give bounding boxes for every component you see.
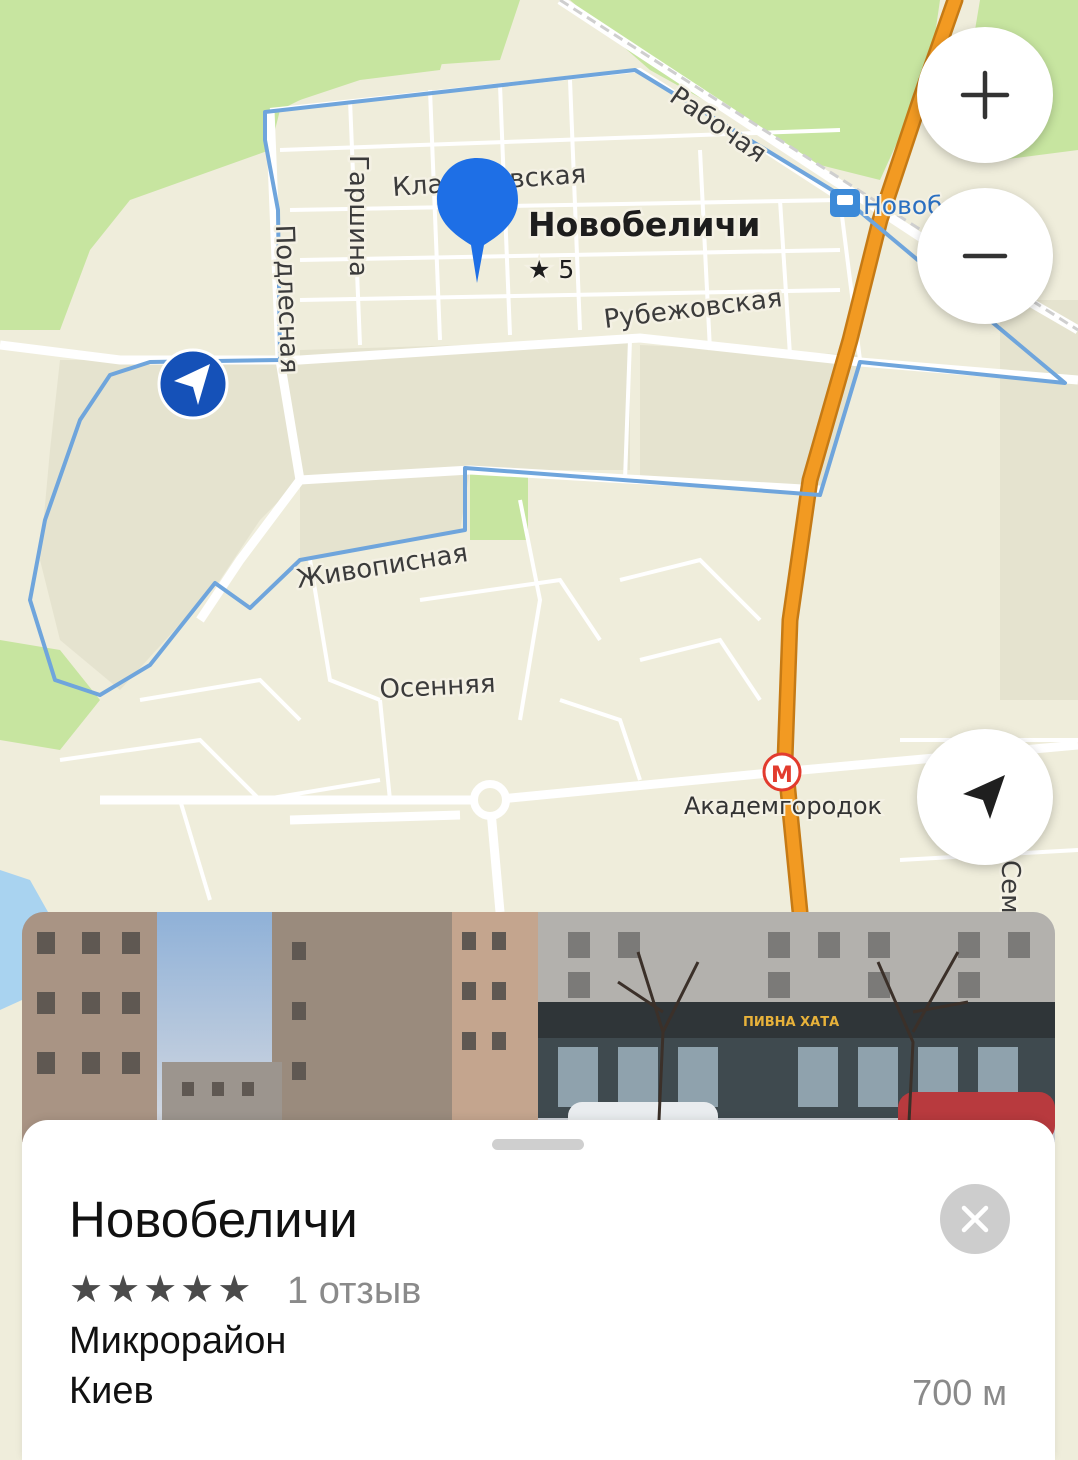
metro-symbol: М [771, 763, 793, 788]
metro-station-label: Академгородок [684, 792, 882, 820]
place-info-card[interactable]: Новобеличи ★ ★ ★ ★ ★ 1 отзыв Микрорайон … [22, 1120, 1055, 1460]
roundabout [470, 780, 510, 820]
photo-storefront-image: ПИВНА ХАТА [538, 912, 1055, 1142]
star-icon: ★ [106, 1267, 141, 1311]
street-label-podlesnaya: Подлесная [269, 224, 304, 374]
rating-stars: ★ ★ ★ ★ ★ [69, 1270, 251, 1308]
place-category: Микрорайон [69, 1320, 287, 1362]
pin-rating: ★ 5 [528, 255, 574, 284]
shop-sign: ПИВНА ХАТА [743, 1015, 839, 1030]
minus-icon [962, 253, 1008, 259]
place-city: Киев [69, 1370, 154, 1412]
photo-storefront[interactable]: ПИВНА ХАТА [538, 912, 1055, 1142]
close-icon [961, 1205, 989, 1233]
zoom-in-button[interactable] [917, 27, 1053, 163]
star-icon: ★ [217, 1267, 252, 1311]
drag-handle[interactable] [492, 1139, 584, 1150]
street-label-garshina: Гаршина [343, 155, 373, 277]
star-icon: ★ [69, 1267, 104, 1311]
zoom-out-button[interactable] [917, 188, 1053, 324]
navigation-arrow-icon [963, 775, 1005, 819]
street-label-osennyaya: Осенняя [379, 669, 496, 705]
train-icon-window [837, 195, 853, 205]
user-location-marker[interactable] [157, 348, 229, 420]
photo-gallery[interactable]: ПИВНА ХАТА [22, 912, 1055, 1142]
star-icon: ★ [143, 1267, 178, 1311]
photo-buildings[interactable] [22, 912, 538, 1142]
place-distance: 700 м [912, 1372, 1007, 1413]
place-title: Новобеличи [69, 1191, 358, 1248]
plus-icon [960, 70, 1010, 120]
close-button[interactable] [940, 1184, 1010, 1254]
reviews-link[interactable]: 1 отзыв [287, 1270, 421, 1313]
street-label-sem: Сем [995, 860, 1025, 914]
my-location-button[interactable] [917, 729, 1053, 865]
pin-title: Новобеличи [528, 205, 760, 244]
photo-buildings-image [22, 912, 538, 1142]
star-icon: ★ [180, 1267, 215, 1311]
